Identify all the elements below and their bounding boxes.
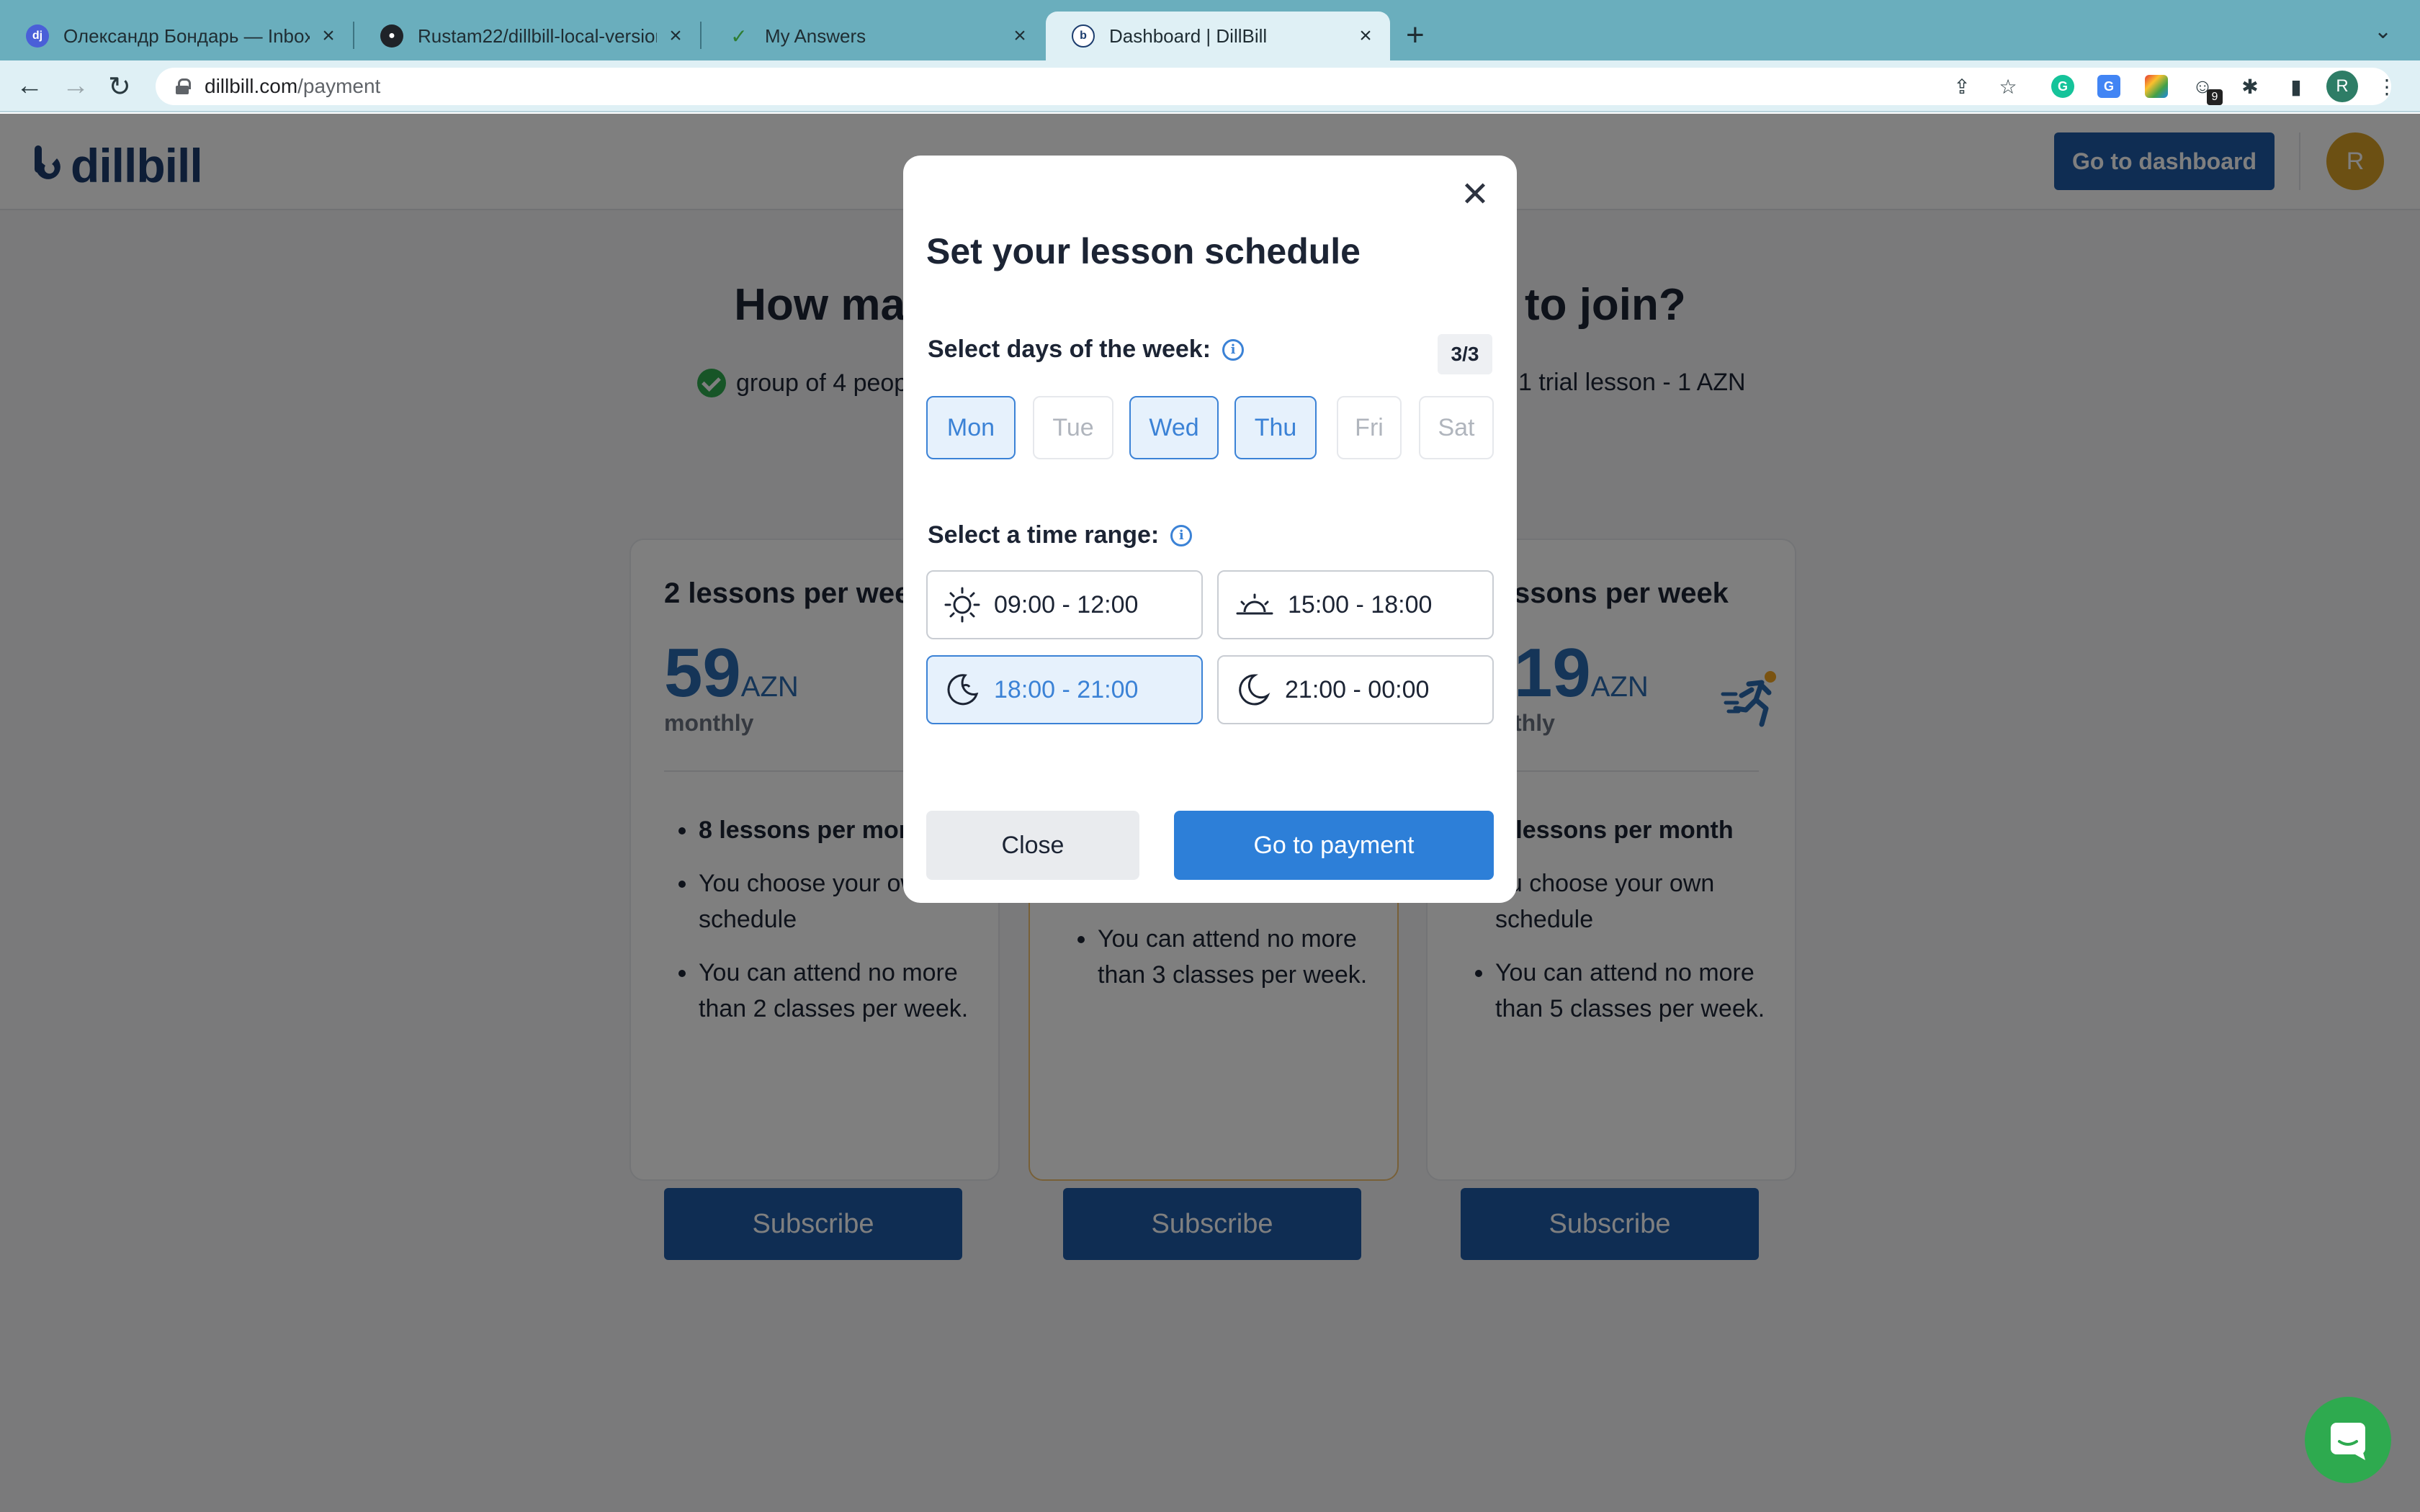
time-range-label: 21:00 - 00:00 bbox=[1285, 675, 1430, 703]
info-icon[interactable]: i bbox=[1170, 524, 1193, 546]
time-range-label: 18:00 - 21:00 bbox=[994, 675, 1139, 703]
extension-badge: 9 bbox=[2207, 89, 2223, 105]
selected-days-counter: 3/3 bbox=[1438, 334, 1492, 374]
chevron-down-icon[interactable]: ⌄ bbox=[2374, 19, 2392, 44]
translate-icon[interactable]: G bbox=[2097, 75, 2120, 98]
sidebar-icon[interactable]: ▮ bbox=[2283, 73, 2309, 99]
moon-icon bbox=[1239, 674, 1270, 706]
time-range-label-text: Select a time range: bbox=[928, 521, 1160, 549]
github-icon: ● bbox=[380, 24, 403, 48]
time-range-evening[interactable]: 18:00 - 21:00 bbox=[926, 655, 1203, 724]
browser-tab-strip: dj Олександр Бондарь — Inbox – × ● Rusta… bbox=[0, 0, 2420, 60]
modal-title: Set your lesson schedule bbox=[926, 231, 1361, 271]
browser-tab-github[interactable]: ● Rustam22/dillbill-local-version × bbox=[354, 12, 700, 60]
chat-launcher-button[interactable] bbox=[2305, 1397, 2391, 1483]
time-range-afternoon[interactable]: 15:00 - 18:00 bbox=[1217, 570, 1494, 639]
close-tab-icon[interactable]: × bbox=[1010, 24, 1030, 48]
browser-tab-dashboard[interactable]: b Dashboard | DillBill × bbox=[1046, 12, 1390, 60]
close-icon[interactable]: ✕ bbox=[1458, 176, 1492, 214]
day-tue[interactable]: Tue bbox=[1033, 396, 1113, 459]
mail-icon: dj bbox=[26, 24, 49, 48]
time-range-morning[interactable]: 09:00 - 12:00 bbox=[926, 570, 1203, 639]
day-wed[interactable]: Wed bbox=[1129, 396, 1219, 459]
evening-moon-icon bbox=[947, 674, 979, 706]
sun-icon bbox=[944, 587, 980, 623]
browser-tab-inbox[interactable]: dj Олександр Бондарь — Inbox – × bbox=[0, 12, 353, 60]
share-icon[interactable]: ⇪ bbox=[1949, 73, 1975, 99]
dillbill-icon: b bbox=[1072, 24, 1095, 48]
day-selector: Mon Tue Wed Thu Fri Sat bbox=[926, 396, 1494, 459]
tab-title: Олександр Бондарь — Inbox – bbox=[63, 24, 310, 47]
time-range-label: 15:00 - 18:00 bbox=[1288, 590, 1433, 618]
star-icon[interactable]: ☆ bbox=[1995, 73, 2021, 99]
forward-icon[interactable]: → bbox=[62, 71, 89, 102]
chat-icon bbox=[2331, 1423, 2365, 1460]
browser-profile-avatar[interactable]: R bbox=[2326, 71, 2358, 102]
time-range-night[interactable]: 21:00 - 00:00 bbox=[1217, 655, 1494, 724]
close-button[interactable]: Close bbox=[926, 811, 1139, 880]
puzzle-icon[interactable]: ✱ bbox=[2237, 73, 2263, 99]
kebab-menu-icon[interactable]: ⋮ bbox=[2374, 73, 2400, 99]
tab-title: Rustam22/dillbill-local-version bbox=[418, 24, 657, 47]
tab-title: Dashboard | DillBill bbox=[1109, 24, 1268, 47]
days-label: Select days of the week: i bbox=[928, 336, 1245, 364]
days-label-text: Select days of the week: bbox=[928, 336, 1211, 363]
answers-icon: ✓ bbox=[730, 24, 748, 48]
new-tab-icon[interactable]: + bbox=[1406, 17, 1425, 53]
close-tab-icon[interactable]: × bbox=[1355, 24, 1376, 48]
url-path: /payment bbox=[297, 75, 381, 97]
day-thu[interactable]: Thu bbox=[1234, 396, 1317, 459]
time-range-label: 09:00 - 12:00 bbox=[994, 590, 1139, 618]
close-tab-icon[interactable]: × bbox=[666, 24, 686, 48]
go-to-payment-button[interactable]: Go to payment bbox=[1174, 811, 1494, 880]
time-range-label: Select a time range: i bbox=[928, 521, 1193, 549]
back-icon[interactable]: ← bbox=[16, 71, 43, 102]
day-fri[interactable]: Fri bbox=[1337, 396, 1402, 459]
time-range-selector: 09:00 - 12:00 15:00 - 18:00 18:00 - 21:0… bbox=[926, 570, 1494, 724]
color-picker-icon[interactable] bbox=[2145, 75, 2168, 98]
info-icon[interactable]: i bbox=[1222, 338, 1245, 361]
lock-icon bbox=[176, 78, 191, 94]
close-tab-icon[interactable]: × bbox=[318, 24, 339, 48]
day-sat[interactable]: Sat bbox=[1419, 396, 1494, 459]
reload-icon[interactable]: ↻ bbox=[108, 71, 131, 103]
grammarly-icon[interactable]: G bbox=[2051, 75, 2074, 98]
tab-title: My Answers bbox=[765, 24, 866, 47]
day-mon[interactable]: Mon bbox=[926, 396, 1016, 459]
sunset-icon bbox=[1236, 593, 1273, 615]
schedule-modal: ✕ Set your lesson schedule Select days o… bbox=[903, 156, 1517, 903]
browser-tab-my-answers[interactable]: ✓ My Answers × bbox=[702, 12, 1044, 60]
url-host: dillbill.com bbox=[205, 75, 298, 97]
